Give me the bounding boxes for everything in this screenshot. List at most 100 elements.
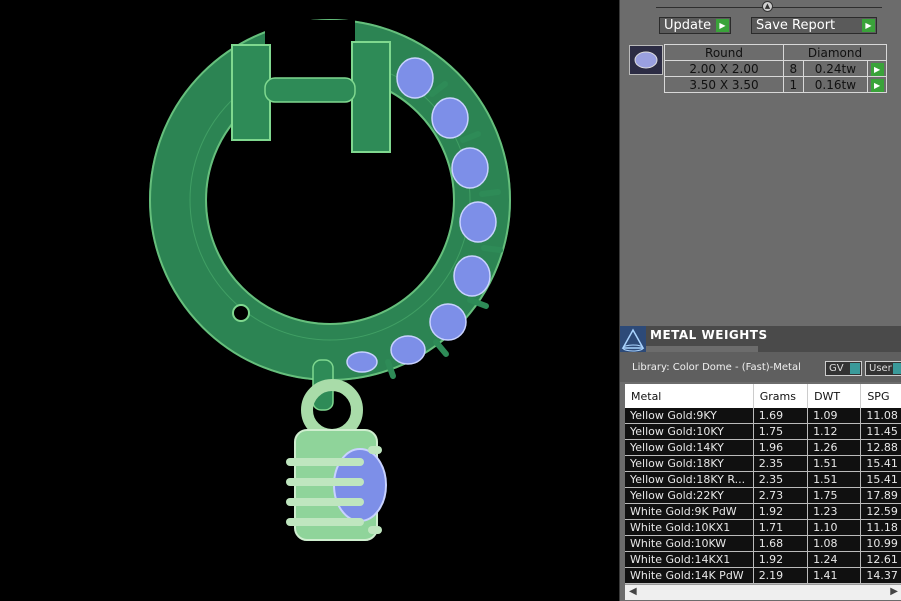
dwt-value: 1.26 (807, 439, 862, 456)
spg-value: 14.37 (860, 567, 901, 584)
table-row[interactable]: White Gold:10KW 1.68 1.08 10.99 (625, 535, 901, 552)
grams-value: 1.69 (753, 408, 809, 424)
col-dwt[interactable]: DWT (807, 384, 862, 408)
spg-value: 12.59 (860, 503, 901, 520)
table-row[interactable]: White Gold:10KX1 1.71 1.10 11.18 (625, 519, 901, 536)
metal-name: Yellow Gold:18KY R... (625, 471, 754, 488)
stone-shape-header: Round (664, 44, 784, 61)
stone-row[interactable]: 2.00 X 2.00 8 0.24tw ▶ (664, 60, 887, 77)
stone-size: 2.00 X 2.00 (664, 60, 784, 77)
stone-header-row: Round Diamond (664, 44, 887, 61)
metal-name: Yellow Gold:22KY (625, 487, 754, 504)
table-row[interactable]: Yellow Gold:14KY 1.96 1.26 12.88 (625, 439, 901, 456)
metal-name: Yellow Gold:14KY (625, 439, 754, 456)
scroll-left-icon[interactable]: ◀ (629, 586, 637, 597)
col-spg[interactable]: SPG (860, 384, 901, 408)
grams-value: 1.96 (753, 439, 809, 456)
library-row: Library: Color Dome - (Fast)-Metal GV Us… (620, 352, 901, 382)
spg-value: 17.89 (860, 487, 901, 504)
update-button[interactable]: Update ▶ (659, 17, 731, 34)
table-row[interactable]: White Gold:14K PdW 2.19 1.41 14.37 (625, 567, 901, 584)
diamond-icon (629, 45, 663, 75)
spg-value: 11.45 (860, 423, 901, 440)
splitter-handle-icon[interactable]: ▲ (762, 1, 773, 12)
user-dropdown[interactable]: User (865, 361, 901, 376)
user-label: User (869, 363, 892, 374)
metal-name: White Gold:10KX1 (625, 519, 754, 536)
stone-summary-table: Round Diamond 2.00 X 2.00 8 0.24tw ▶ 3.5… (664, 44, 887, 93)
grams-value: 2.35 (753, 471, 809, 488)
table-row[interactable]: White Gold:14KX1 1.92 1.24 12.61 (625, 551, 901, 568)
table-row[interactable]: Yellow Gold:22KY 2.73 1.75 17.89 (625, 487, 901, 504)
library-label: Library: Color Dome - (Fast)-Metal (632, 362, 801, 373)
metal-header-row: Metal Grams DWT SPG (625, 384, 901, 408)
spg-value: 12.88 (860, 439, 901, 456)
dwt-value: 1.75 (807, 487, 862, 504)
grams-value: 1.92 (753, 503, 809, 520)
metal-name: White Gold:14KX1 (625, 551, 754, 568)
col-metal[interactable]: Metal (625, 384, 754, 408)
dwt-value: 1.12 (807, 423, 862, 440)
play-arrow-icon[interactable]: ▶ (870, 63, 884, 76)
update-label: Update (664, 18, 712, 33)
grams-value: 1.92 (753, 551, 809, 568)
metal-name: White Gold:9K PdW (625, 503, 754, 520)
play-arrow-icon: ▶ (862, 19, 875, 32)
metal-name: White Gold:10KW (625, 535, 754, 552)
stone-count: 8 (783, 60, 804, 77)
dwt-value: 1.51 (807, 455, 862, 472)
table-row[interactable]: Yellow Gold:18KY 2.35 1.51 15.41 (625, 455, 901, 472)
horizontal-scrollbar[interactable]: ◀ ▶ (625, 584, 901, 600)
right-panel: ▲ Update ▶ Save Report ▶ Round Diamond 2… (619, 0, 901, 601)
earring-model (149, 19, 511, 541)
spg-value: 15.41 (860, 455, 901, 472)
grams-value: 1.75 (753, 423, 809, 440)
gv-label: GV (829, 363, 844, 374)
metal-weights-header: METAL WEIGHTS (620, 326, 901, 352)
play-arrow-icon: ▶ (716, 19, 729, 32)
stone-weight: 0.24tw (802, 60, 869, 77)
dwt-value: 1.10 (807, 519, 862, 536)
spg-value: 12.61 (860, 551, 901, 568)
table-row[interactable]: Yellow Gold:18KY R... 2.35 1.51 15.41 (625, 471, 901, 488)
stone-count: 1 (783, 76, 804, 93)
metal-name: Yellow Gold:9KY (625, 408, 754, 424)
play-arrow-icon[interactable]: ▶ (870, 79, 884, 92)
spg-value: 10.99 (860, 535, 901, 552)
dwt-value: 1.51 (807, 471, 862, 488)
dwt-value: 1.41 (807, 567, 862, 584)
stone-weight: 0.16tw (802, 76, 869, 93)
grams-value: 2.73 (753, 487, 809, 504)
grams-value: 2.19 (753, 567, 809, 584)
3d-viewport[interactable] (0, 0, 619, 601)
save-report-label: Save Report (756, 18, 836, 33)
table-row[interactable]: Yellow Gold:9KY 1.69 1.09 11.08 (625, 408, 901, 424)
col-grams[interactable]: Grams (753, 384, 809, 408)
dwt-value: 1.08 (807, 535, 862, 552)
save-report-button[interactable]: Save Report ▶ (751, 17, 877, 34)
gv-dropdown[interactable]: GV (825, 361, 862, 376)
spg-value: 11.08 (860, 408, 901, 424)
grams-value: 1.68 (753, 535, 809, 552)
panel-splitter[interactable]: ▲ (620, 0, 901, 14)
stone-type-header: Diamond (783, 44, 887, 61)
dwt-value: 1.23 (807, 503, 862, 520)
grams-value: 2.35 (753, 455, 809, 472)
spg-value: 11.18 (860, 519, 901, 536)
metal-weights-title: METAL WEIGHTS (650, 328, 768, 342)
table-row[interactable]: Yellow Gold:10KY 1.75 1.12 11.45 (625, 423, 901, 440)
scroll-right-icon[interactable]: ▶ (890, 586, 898, 597)
metal-weights-table: Metal Grams DWT SPG Yellow Gold:9KY 1.69 1… (625, 384, 901, 584)
stone-size: 3.50 X 3.50 (664, 76, 784, 93)
metal-weights-table-container[interactable]: Metal Grams DWT SPG Yellow Gold:9KY 1.69 1… (625, 384, 901, 584)
dwt-value: 1.09 (807, 408, 862, 424)
dwt-value: 1.24 (807, 551, 862, 568)
table-row[interactable]: White Gold:9K PdW 1.92 1.23 12.59 (625, 503, 901, 520)
stone-row[interactable]: 3.50 X 3.50 1 0.16tw ▶ (664, 76, 887, 93)
metal-name: White Gold:14K PdW (625, 567, 754, 584)
metal-name: Yellow Gold:10KY (625, 423, 754, 440)
dropdown-icon (893, 363, 901, 374)
spg-value: 15.41 (860, 471, 901, 488)
dropdown-icon (850, 363, 860, 374)
metal-name: Yellow Gold:18KY (625, 455, 754, 472)
